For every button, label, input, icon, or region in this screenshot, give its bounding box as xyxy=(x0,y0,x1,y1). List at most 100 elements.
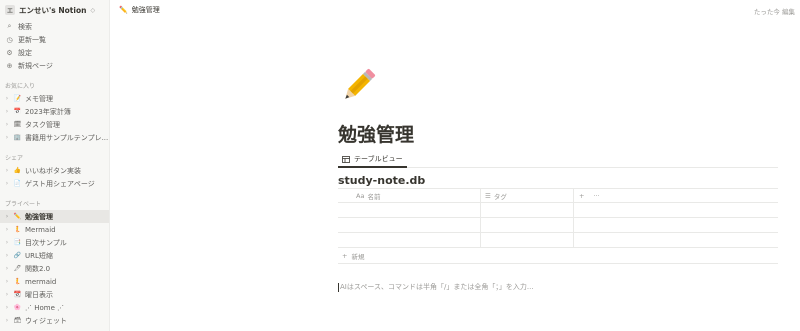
view-tabs: テーブルビュー xyxy=(338,152,778,168)
editor-input[interactable]: AIはスペース、コマンドは半角「/」または全角「；」を入力... xyxy=(338,282,534,292)
table-cell[interactable] xyxy=(338,233,481,247)
more-options-button[interactable]: ··· xyxy=(593,192,599,200)
sidebar-item-label: ウィジェット xyxy=(25,316,67,325)
sidebar-item-settings[interactable]: ⚙ 設定 xyxy=(0,46,109,59)
sidebar-item-label: 更新一覧 xyxy=(18,35,46,44)
sidebar-item-label: 設定 xyxy=(18,48,32,57)
chevron-right-icon[interactable]: › xyxy=(4,226,10,233)
tab-table-view[interactable]: テーブルビュー xyxy=(338,152,407,168)
sidebar-item-label: 新規ページ xyxy=(18,61,53,70)
sidebar-item-label: 曜日表示 xyxy=(25,290,53,299)
sidebar-page-mermaid-lower[interactable]: › 🧜 mermaid xyxy=(0,275,109,288)
table-cell[interactable] xyxy=(481,203,574,217)
page-emoji: 🏢 xyxy=(13,134,22,141)
sidebar-page-url-short[interactable]: › 🔗 URL短縮 xyxy=(0,249,109,262)
sidebar-page-widget[interactable]: › 🗃 ウィジェット xyxy=(0,314,109,327)
sidebar-page-memo[interactable]: › 📝 メモ管理 xyxy=(0,92,109,105)
chevron-right-icon[interactable]: › xyxy=(4,121,10,128)
chevron-right-icon[interactable]: › xyxy=(4,180,10,187)
sidebar-item-label: メモ管理 xyxy=(25,94,53,103)
table-row[interactable] xyxy=(338,218,778,233)
column-header-name[interactable]: Aa 名前 xyxy=(338,189,481,202)
page-emoji: 🖊 xyxy=(13,265,22,272)
chevron-right-icon[interactable]: › xyxy=(4,317,10,324)
sidebar-page-guest-share[interactable]: › 📄 ゲスト用シェアページ xyxy=(0,177,109,190)
chevron-right-icon[interactable]: › xyxy=(4,278,10,285)
breadcrumb[interactable]: 勉強管理 xyxy=(132,5,160,15)
page-emoji: 🌸 xyxy=(13,304,22,311)
sidebar-item-label: タスク管理 xyxy=(25,120,60,129)
gear-icon: ⚙ xyxy=(6,48,13,57)
new-row-button[interactable]: + 新規 xyxy=(338,248,778,264)
sidebar-page-weekday[interactable]: › 📆 曜日表示 xyxy=(0,288,109,301)
page-title[interactable]: 勉強管理 xyxy=(338,120,414,147)
sidebar-item-updates[interactable]: ◷ 更新一覧 xyxy=(0,33,109,46)
section-favorites[interactable]: お気に入り xyxy=(0,79,109,92)
sidebar-page-toc[interactable]: › 📑 目次サンプル xyxy=(0,236,109,249)
sidebar-page-book-template[interactable]: › 🏢 書籍用サンプルテンプレ... xyxy=(0,131,109,144)
section-private[interactable]: プライベート xyxy=(0,197,109,210)
sidebar-page-like-button[interactable]: › 👍 いいねボタン実装 xyxy=(0,164,109,177)
chevron-right-icon[interactable]: › xyxy=(4,265,10,272)
chevron-right-icon[interactable]: › xyxy=(4,252,10,259)
sidebar-item-label: 書籍用サンプルテンプレ... xyxy=(25,133,109,142)
chevron-right-icon[interactable]: › xyxy=(4,291,10,298)
page-emoji: 📄 xyxy=(13,180,22,187)
page-emoji: 📑 xyxy=(13,239,22,246)
shared-list: › 👍 いいねボタン実装 › 📄 ゲスト用シェアページ xyxy=(0,164,109,190)
pencil-icon[interactable] xyxy=(338,66,378,106)
page-emoji: 📆 xyxy=(13,291,22,298)
add-column-button[interactable]: + xyxy=(579,192,584,200)
table-row[interactable] xyxy=(338,203,778,218)
sidebar-item-label: 2023年家計簿 xyxy=(25,107,71,116)
page-emoji: 📝 xyxy=(13,95,22,102)
chevron-right-icon[interactable]: › xyxy=(4,213,10,220)
last-edited: たった今 編集 xyxy=(753,8,795,16)
column-header-tag[interactable]: ☰ タグ xyxy=(481,189,574,202)
database-table: Aa 名前 ☰ タグ + ··· + 新規 xyxy=(338,188,778,264)
page-emoji: 🔗 xyxy=(13,252,22,259)
sidebar-page-home[interactable]: › 🌸 ⋰ Home ⋰ xyxy=(0,301,109,314)
sidebar-item-label: いいねボタン実装 xyxy=(25,166,81,175)
sidebar-item-new-page[interactable]: ⊕ 新規ページ xyxy=(0,59,109,72)
sidebar-item-label: 検索 xyxy=(18,22,32,31)
table-cell[interactable] xyxy=(481,233,574,247)
sidebar-page-study[interactable]: › ✏️ 勉強管理 xyxy=(0,210,109,223)
column-label: 名前 xyxy=(367,192,381,201)
sidebar-page-mermaid[interactable]: › 🧜 Mermaid xyxy=(0,223,109,236)
page-emoji: 👍 xyxy=(13,167,22,174)
sidebar-page-tasks[interactable]: › 🗓 タスク管理 xyxy=(0,118,109,131)
chevron-right-icon[interactable]: › xyxy=(4,108,10,115)
search-icon: ⌕ xyxy=(7,22,12,30)
text-property-icon: Aa xyxy=(356,191,365,200)
table-cell[interactable] xyxy=(338,218,481,232)
page-emoji: 🧜 xyxy=(13,278,22,285)
database-title[interactable]: study-note.db xyxy=(338,174,425,187)
chevron-right-icon[interactable]: › xyxy=(4,304,10,311)
column-actions: + ··· xyxy=(574,189,778,202)
new-row-label: 新規 xyxy=(351,252,365,261)
chevron-right-icon[interactable]: › xyxy=(4,134,10,141)
section-shared[interactable]: シェア xyxy=(0,151,109,164)
table-cell[interactable] xyxy=(338,203,481,217)
topbar: ✏️ 勉強管理 たった今 編集 xyxy=(110,0,800,20)
private-list: › ✏️ 勉強管理 › 🧜 Mermaid › 📑 目次サンプル › 🔗 URL… xyxy=(0,210,109,327)
notion-app: エ エンせい's Notion ◇ ⌕ 検索 ◷ 更新一覧 ⚙ 設定 ⊕ 新規ペ… xyxy=(0,0,800,331)
sidebar-item-label: ⋰ Home ⋰ xyxy=(25,303,65,312)
sidebar-page-functions[interactable]: › 🖊 関数2.0 xyxy=(0,262,109,275)
sidebar-item-search[interactable]: ⌕ 検索 xyxy=(0,20,109,33)
chevron-right-icon[interactable]: › xyxy=(4,95,10,102)
page-emoji: ✏️ xyxy=(13,213,22,220)
favorites-list: › 📝 メモ管理 › 📅 2023年家計簿 › 🗓 タスク管理 › 🏢 書籍用サ… xyxy=(0,92,109,144)
chevron-right-icon[interactable]: › xyxy=(4,239,10,246)
page-content: ✏️ 勉強管理 たった今 編集 勉強管理 テーブルビュー study-note.… xyxy=(110,0,800,331)
chevron-right-icon[interactable]: › xyxy=(4,167,10,174)
sidebar-item-label: 関数2.0 xyxy=(25,264,51,273)
plus-circle-icon: ⊕ xyxy=(6,61,13,70)
table-cell[interactable] xyxy=(481,218,574,232)
table-row[interactable] xyxy=(338,233,778,248)
clock-icon: ◷ xyxy=(6,35,13,44)
workspace-switcher[interactable]: エ エンせい's Notion ◇ xyxy=(0,0,109,20)
sidebar-page-kakeibo[interactable]: › 📅 2023年家計簿 xyxy=(0,105,109,118)
table-cell xyxy=(574,233,778,247)
